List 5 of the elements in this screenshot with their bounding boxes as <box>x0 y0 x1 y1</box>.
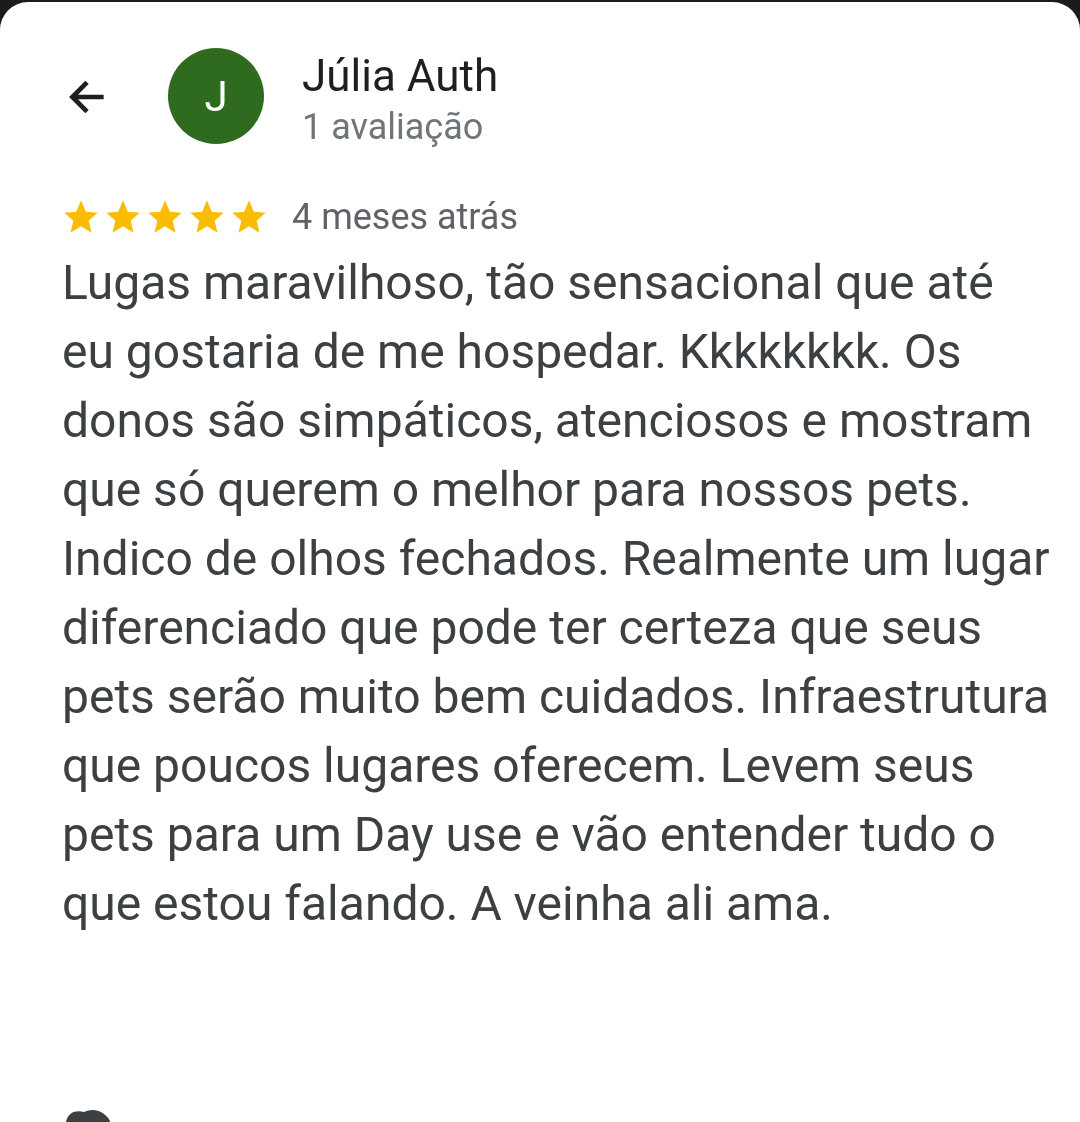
review-text: Lugas maravilhoso, tão sensacional que até eu gostaria de me hospedar. Kkkkkkkk. Os donos são simpáticos, atenciosos e mostram que só querem o melhor para nossos pets. Indico de olhos fechados. Realmente um lugar diferenciado que pode ter certeza que seus pets serão muito bem cuidados. Infraestrutura que poucos lugares oferecem. Levem seus pets para um Day use e vão entender tudo o que estou falando. A veinha ali ama. <box>62 253 1051 934</box>
review-time: 4 meses atrás <box>292 196 519 238</box>
avatar: J <box>168 48 264 144</box>
review-count: 1 avaliação <box>302 106 485 148</box>
reviewer-name[interactable]: Júlia Auth <box>302 50 499 102</box>
